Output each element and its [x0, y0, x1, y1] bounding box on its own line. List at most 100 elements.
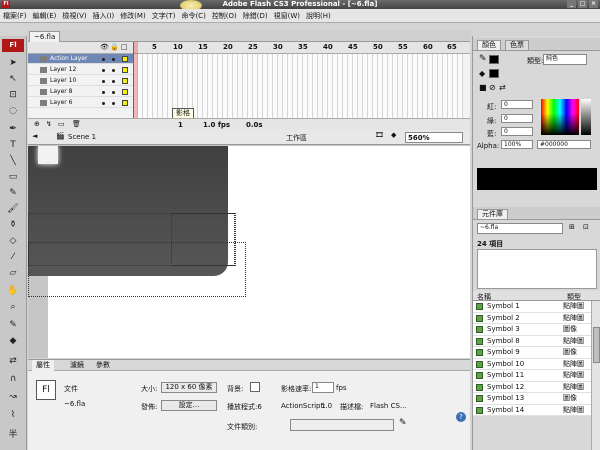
- add-motion-guide-icon[interactable]: ↯: [46, 120, 52, 128]
- paint-bucket-icon[interactable]: ◇: [4, 234, 22, 249]
- white-square[interactable]: [38, 146, 58, 164]
- stroke-color-swatch[interactable]: [489, 55, 499, 64]
- list-item[interactable]: Symbol 2 點陣圖: [473, 312, 591, 324]
- stroke-color-icon[interactable]: ✎: [479, 54, 487, 64]
- menu-window[interactable]: 視窗(W): [271, 9, 303, 22]
- menu-control[interactable]: 控制(O): [209, 9, 240, 22]
- minimize-icon[interactable]: _: [567, 0, 576, 8]
- rectangle-tool-icon[interactable]: ▭: [4, 170, 22, 185]
- library-scrollbar[interactable]: [591, 301, 600, 450]
- lock-icon[interactable]: 🔒: [110, 43, 119, 51]
- menu-edit[interactable]: 編輯(E): [30, 9, 60, 22]
- library-document-select[interactable]: ~6.fla: [477, 223, 563, 234]
- swap-colors-icon[interactable]: ⇄: [499, 83, 506, 92]
- eraser-tool-icon[interactable]: ▱: [4, 266, 22, 281]
- hand-tool-icon[interactable]: ✋: [4, 284, 22, 299]
- list-item[interactable]: Symbol 11 點陣圖: [473, 370, 591, 382]
- line-tool-icon[interactable]: ╲: [4, 154, 22, 169]
- menu-modify[interactable]: 修改(M): [117, 9, 149, 22]
- insert-layer-icon[interactable]: ⊕: [34, 120, 40, 128]
- doc-class-input[interactable]: [290, 419, 394, 431]
- edit-scene-icon[interactable]: 🎞: [375, 131, 384, 139]
- swap-colors-icon[interactable]: ⇄: [4, 354, 22, 369]
- workspace-menu[interactable]: 工作區: [286, 133, 307, 143]
- size-button[interactable]: 120 x 60 像素: [161, 382, 217, 393]
- delete-layer-icon[interactable]: 🗑: [72, 120, 81, 128]
- stroke-color-icon[interactable]: ✎: [4, 318, 22, 333]
- tab-swatches[interactable]: 色票: [505, 40, 529, 51]
- playhead[interactable]: [133, 42, 138, 118]
- back-arrow-icon[interactable]: ◄: [32, 132, 37, 140]
- zoom-tool-icon[interactable]: ⌕: [4, 300, 22, 315]
- zoom-select[interactable]: 560%: [405, 132, 463, 143]
- selection-box[interactable]: [28, 242, 246, 297]
- close-icon[interactable]: ×: [589, 0, 598, 8]
- menu-commands[interactable]: 命令(C): [178, 9, 208, 22]
- snap-magnet-icon[interactable]: ∩: [4, 372, 22, 387]
- new-library-panel-icon[interactable]: ⊞: [569, 223, 575, 231]
- eyedropper-icon[interactable]: ⁄: [4, 250, 22, 265]
- ink-bottle-icon[interactable]: ⚱: [4, 218, 22, 233]
- list-item[interactable]: Symbol 10 點陣圖: [473, 358, 591, 370]
- free-transform-icon[interactable]: ⊡: [4, 88, 22, 103]
- ime-icon[interactable]: 半: [4, 428, 22, 443]
- alpha-input[interactable]: 100%: [501, 140, 533, 149]
- type-select[interactable]: 純色: [543, 54, 587, 65]
- list-item[interactable]: Symbol 14 點陣圖: [473, 404, 591, 416]
- fill-color-swatch[interactable]: [489, 69, 499, 78]
- list-item[interactable]: Symbol 3 圖像: [473, 324, 591, 336]
- hex-input[interactable]: #000000: [537, 140, 591, 149]
- list-item[interactable]: Symbol 12 點陣圖: [473, 381, 591, 393]
- layer-row[interactable]: Layer 10: [28, 76, 133, 86]
- tab-properties[interactable]: 屬性: [32, 360, 54, 371]
- help-icon[interactable]: ?: [456, 412, 466, 422]
- outline-icon[interactable]: □: [121, 43, 128, 51]
- subselection-tool-icon[interactable]: ↖: [4, 72, 22, 87]
- eye-icon[interactable]: 👁: [100, 43, 109, 51]
- straighten-icon[interactable]: ⌇: [4, 408, 22, 423]
- text-tool-icon[interactable]: T: [4, 138, 22, 153]
- tab-library[interactable]: 元件庫: [477, 209, 508, 220]
- no-color-icon[interactable]: ⊘: [489, 83, 496, 92]
- pen-tool-icon[interactable]: ✒: [4, 122, 22, 137]
- green-input[interactable]: 0: [501, 114, 533, 123]
- pin-icon[interactable]: ⊡: [583, 223, 589, 231]
- layer-row[interactable]: Layer 8: [28, 87, 133, 97]
- tab-color[interactable]: 顏色: [477, 40, 501, 51]
- smooth-icon[interactable]: ↝: [4, 390, 22, 405]
- settings-button[interactable]: 設定...: [161, 400, 217, 411]
- list-item[interactable]: Symbol 13 圖像: [473, 393, 591, 405]
- frame-rate-input[interactable]: 1: [312, 382, 334, 393]
- blue-input[interactable]: 0: [501, 127, 533, 136]
- document-tab[interactable]: ~6.fla: [29, 31, 61, 42]
- list-item[interactable]: Symbol 9 圖像: [473, 347, 591, 359]
- list-item[interactable]: Symbol 8 點陣圖: [473, 335, 591, 347]
- menu-debug[interactable]: 除錯(D): [240, 9, 271, 22]
- brightness-slider[interactable]: [581, 99, 591, 135]
- stage-area[interactable]: [28, 146, 470, 358]
- layer-row[interactable]: Layer 12: [28, 65, 133, 75]
- tab-parameters[interactable]: 參數: [92, 360, 114, 371]
- selection-tool-icon[interactable]: ➤: [4, 56, 22, 71]
- layer-row[interactable]: Layer 6: [28, 98, 133, 108]
- background-color-swatch[interactable]: [250, 382, 260, 392]
- maximize-icon[interactable]: □: [578, 0, 587, 8]
- fill-color-icon[interactable]: ◆: [479, 69, 485, 78]
- color-spectrum[interactable]: [541, 99, 579, 135]
- scrollbar-thumb[interactable]: [593, 327, 600, 363]
- menu-insert[interactable]: 插入(I): [90, 9, 118, 22]
- lasso-tool-icon[interactable]: ◌: [4, 104, 22, 119]
- menu-view[interactable]: 檢視(V): [59, 9, 89, 22]
- layer-row[interactable]: Action Layer: [28, 54, 133, 64]
- list-item[interactable]: Symbol 1 點陣圖: [473, 301, 591, 313]
- red-input[interactable]: 0: [501, 100, 533, 109]
- insert-folder-icon[interactable]: ▭: [58, 120, 65, 128]
- edit-pencil-icon[interactable]: ✎: [399, 418, 407, 428]
- menu-file[interactable]: 檔案(F): [0, 9, 30, 22]
- tab-filters[interactable]: 濾鏡: [66, 360, 88, 371]
- reset-colors-icon[interactable]: ■: [479, 83, 487, 92]
- fill-color-icon[interactable]: ◆: [4, 334, 22, 349]
- menu-help[interactable]: 說明(H): [303, 9, 334, 22]
- edit-symbol-icon[interactable]: ◆: [391, 131, 396, 139]
- pencil-tool-icon[interactable]: ✎: [4, 186, 22, 201]
